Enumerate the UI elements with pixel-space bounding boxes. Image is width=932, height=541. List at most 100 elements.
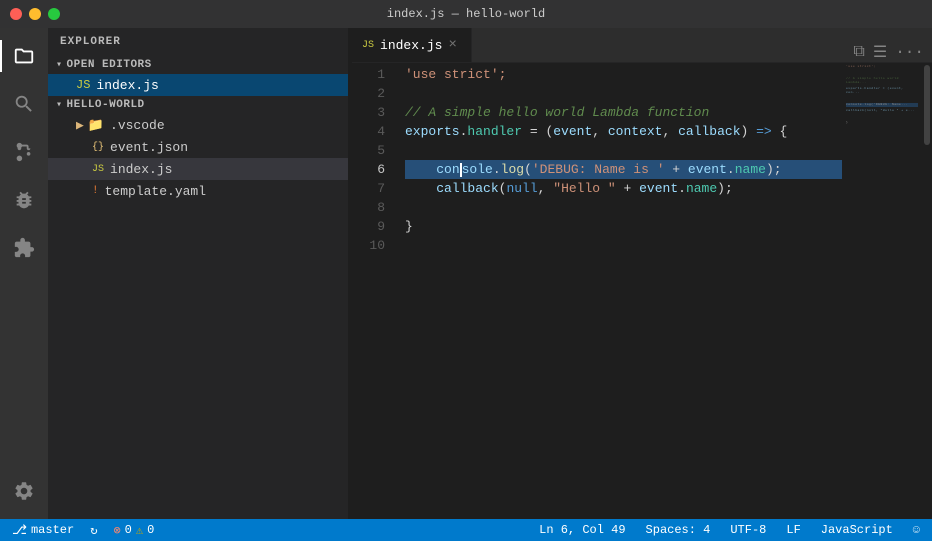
code-token: . bbox=[678, 179, 686, 198]
code-line-2 bbox=[405, 84, 842, 103]
search-activity-icon[interactable] bbox=[0, 80, 48, 128]
line-num-9: 9 bbox=[352, 217, 385, 236]
line-num-6: 6 bbox=[352, 160, 385, 179]
folder-icon: 📁 bbox=[88, 118, 104, 133]
code-area[interactable]: 'use strict'; // A simple hello world La… bbox=[397, 63, 842, 519]
code-token bbox=[405, 160, 436, 179]
language-label: JavaScript bbox=[821, 523, 893, 537]
encoding-label: UTF-8 bbox=[730, 523, 766, 537]
close-button[interactable] bbox=[10, 8, 22, 20]
hello-world-section[interactable]: ▾ Hello-World bbox=[48, 96, 348, 114]
minimap-content: 'use strict'; // A simple hello world La… bbox=[842, 63, 922, 129]
main-layout: Explorer ▾ Open Editors JS index.js ▾ He… bbox=[0, 28, 932, 519]
js-sidebar-file-icon: JS bbox=[92, 164, 104, 175]
yaml-file-icon: ! bbox=[92, 185, 99, 197]
minimize-button[interactable] bbox=[29, 8, 41, 20]
smiley-icon: ☺ bbox=[913, 523, 920, 537]
tab-bar-actions: ⧉ ☰ ··· bbox=[845, 42, 932, 62]
open-editors-label: Open Editors bbox=[67, 59, 152, 71]
hello-world-label: Hello-World bbox=[67, 99, 145, 111]
line-num-10: 10 bbox=[352, 236, 385, 255]
code-token: . bbox=[727, 160, 735, 179]
more-actions-icon[interactable]: ··· bbox=[895, 43, 924, 61]
code-token: , bbox=[662, 122, 678, 141]
scroll-thumb[interactable] bbox=[924, 65, 930, 145]
explorer-activity-icon[interactable] bbox=[0, 32, 48, 80]
code-line-5 bbox=[405, 141, 842, 160]
position-status[interactable]: Ln 6, Col 49 bbox=[535, 523, 629, 537]
open-editor-indexjs[interactable]: JS index.js bbox=[48, 74, 348, 96]
encoding-status[interactable]: UTF-8 bbox=[726, 523, 770, 537]
branch-status[interactable]: ⎇ master bbox=[8, 523, 78, 538]
language-status[interactable]: JavaScript bbox=[817, 523, 897, 537]
branch-label: master bbox=[31, 523, 74, 537]
code-token: sole bbox=[462, 160, 493, 179]
code-line-7: callback ( null , "Hello " + event . nam… bbox=[405, 179, 842, 198]
source-control-activity-icon[interactable] bbox=[0, 128, 48, 176]
position-label: Ln 6, Col 49 bbox=[539, 523, 625, 537]
line-num-5: 5 bbox=[352, 141, 385, 160]
status-bar: ⎇ master ↻ ⊗ 0 ⚠ 0 Ln 6, Col 49 Spaces: … bbox=[0, 519, 932, 541]
code-token: ( bbox=[499, 179, 507, 198]
spaces-label: Spaces: 4 bbox=[646, 523, 711, 537]
code-token: ( bbox=[545, 122, 553, 141]
errors-status[interactable]: ⊗ 0 ⚠ 0 bbox=[109, 523, 158, 538]
open-editors-arrow: ▾ bbox=[56, 59, 63, 71]
toggle-sidebar-icon[interactable]: ☰ bbox=[873, 42, 887, 62]
status-bar-left: ⎇ master ↻ ⊗ 0 ⚠ 0 bbox=[8, 523, 158, 538]
sync-icon: ↻ bbox=[90, 523, 97, 538]
code-token: lback bbox=[460, 179, 499, 198]
warning-icon: ⚠ bbox=[136, 523, 143, 538]
code-token: , bbox=[538, 179, 554, 198]
line-num-7: 7 bbox=[352, 179, 385, 198]
spaces-status[interactable]: Spaces: 4 bbox=[642, 523, 715, 537]
code-line-1: 'use strict'; bbox=[405, 65, 842, 84]
code-token: event bbox=[688, 160, 727, 179]
tab-bar: JS index.js × ⧉ ☰ ··· bbox=[352, 28, 932, 63]
titlebar: index.js — hello-world bbox=[0, 0, 932, 28]
error-count: 0 bbox=[125, 523, 132, 537]
sidebar-item-templateyaml[interactable]: ! template.yaml bbox=[48, 180, 348, 202]
json-file-icon: {} bbox=[92, 142, 104, 153]
code-token: event bbox=[639, 179, 678, 198]
sidebar-item-indexjs[interactable]: JS index.js bbox=[48, 158, 348, 180]
maximize-button[interactable] bbox=[48, 8, 60, 20]
split-editor-icon[interactable]: ⧉ bbox=[853, 43, 864, 61]
templateyaml-label: template.yaml bbox=[105, 184, 206, 199]
open-editors-section[interactable]: ▾ Open Editors bbox=[48, 56, 348, 74]
extensions-activity-icon[interactable] bbox=[0, 224, 48, 272]
sidebar-item-vscode[interactable]: ▶ 📁 .vscode bbox=[48, 114, 348, 136]
line-num-2: 2 bbox=[352, 84, 385, 103]
minimap: 'use strict'; // A simple hello world La… bbox=[842, 63, 922, 519]
sidebar-item-eventjson[interactable]: {} event.json bbox=[48, 136, 348, 158]
line-numbers: 1 2 3 4 5 6 7 8 9 10 bbox=[352, 63, 397, 519]
code-token: ); bbox=[766, 160, 782, 179]
js-file-icon: JS bbox=[76, 78, 90, 92]
tab-label: index.js bbox=[380, 38, 442, 53]
sync-status[interactable]: ↻ bbox=[86, 523, 101, 538]
line-num-1: 1 bbox=[352, 65, 385, 84]
tab-close-button[interactable]: × bbox=[448, 37, 456, 53]
code-token: context bbox=[608, 122, 663, 141]
code-token: 'use strict'; bbox=[405, 65, 506, 84]
code-token: event bbox=[553, 122, 592, 141]
code-token: , bbox=[592, 122, 608, 141]
debug-activity-icon[interactable] bbox=[0, 176, 48, 224]
settings-activity-icon[interactable] bbox=[0, 471, 48, 519]
code-token: ( bbox=[524, 160, 532, 179]
smiley-status[interactable]: ☺ bbox=[909, 523, 924, 537]
sidebar: Explorer ▾ Open Editors JS index.js ▾ He… bbox=[48, 28, 348, 519]
status-bar-right: Ln 6, Col 49 Spaces: 4 UTF-8 LF JavaScri… bbox=[535, 523, 924, 537]
eventjson-label: event.json bbox=[110, 140, 188, 155]
line-num-4: 4 bbox=[352, 122, 385, 141]
code-token: handler bbox=[467, 122, 522, 141]
tab-indexjs[interactable]: JS index.js × bbox=[352, 28, 472, 62]
line-ending-status[interactable]: LF bbox=[782, 523, 804, 537]
code-token: name bbox=[735, 160, 766, 179]
window-controls bbox=[10, 8, 60, 20]
indexjs-label: index.js bbox=[110, 162, 172, 177]
code-token: log bbox=[501, 160, 524, 179]
code-token: // A simple hello world Lambda function bbox=[405, 103, 709, 122]
activity-bar bbox=[0, 28, 48, 519]
editor-scrollbar[interactable] bbox=[922, 63, 932, 519]
